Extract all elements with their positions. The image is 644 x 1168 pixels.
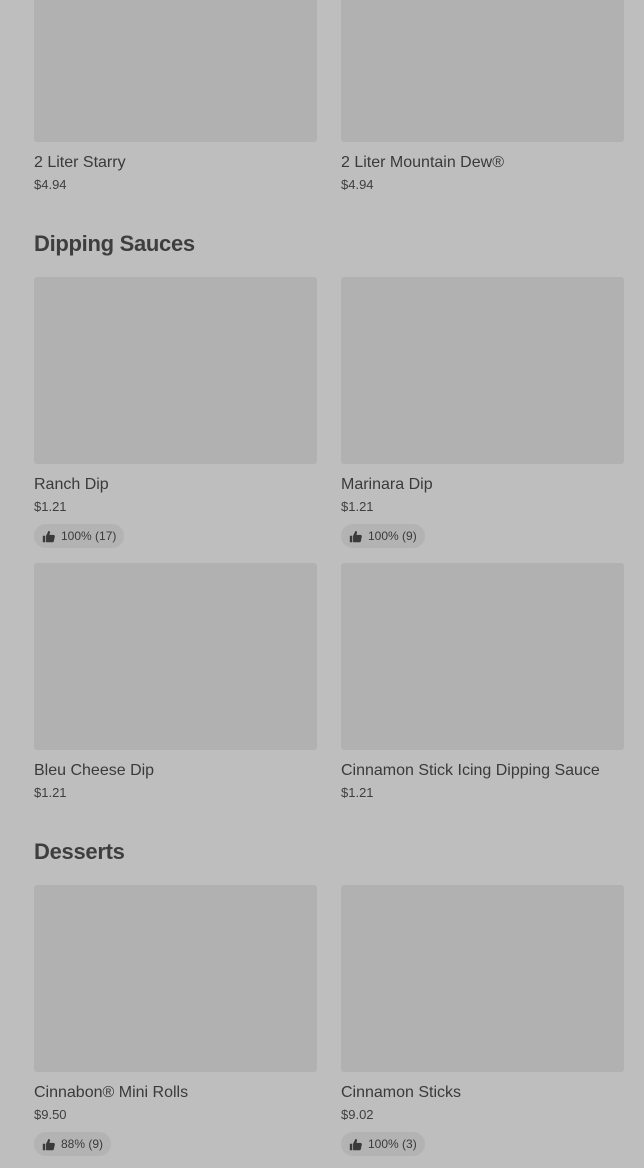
thumbs-up-icon bbox=[349, 530, 362, 543]
menu-item-card[interactable]: Marinara Dip $1.21 100% (9) bbox=[341, 277, 624, 548]
item-name: Bleu Cheese Dip bbox=[34, 762, 155, 779]
menu-item-card[interactable]: Cinnamon Sticks $9.02 100% (3) bbox=[341, 885, 624, 1156]
item-image[interactable] bbox=[34, 563, 317, 750]
item-price: $1.21 bbox=[341, 785, 374, 800]
menu-item-card[interactable]: Cinnamon Stick Icing Dipping Sauce $1.21 bbox=[341, 563, 624, 800]
item-name: 2 Liter Starry bbox=[34, 154, 126, 171]
item-price: $1.21 bbox=[34, 785, 67, 800]
item-image[interactable] bbox=[34, 0, 317, 142]
menu-item-card[interactable]: Ranch Dip $1.21 100% (17) bbox=[34, 277, 317, 548]
item-image[interactable] bbox=[341, 277, 624, 464]
menu-item-card[interactable]: Cinnabon® Mini Rolls $9.50 88% (9) bbox=[34, 885, 317, 1156]
rating-text: 100% (17) bbox=[61, 529, 117, 543]
item-price: $9.02 bbox=[341, 1107, 374, 1122]
section-title-dipping-sauces: Dipping Sauces bbox=[34, 231, 195, 256]
thumbs-up-icon bbox=[42, 1138, 55, 1151]
item-name: Cinnabon® Mini Rolls bbox=[34, 1084, 189, 1101]
item-name: Ranch Dip bbox=[34, 476, 109, 493]
item-price: $9.50 bbox=[34, 1107, 67, 1122]
item-price: $1.21 bbox=[341, 499, 374, 514]
rating-text: 100% (9) bbox=[368, 529, 417, 543]
item-name: 2 Liter Mountain Dew® bbox=[341, 154, 504, 171]
item-price: $1.21 bbox=[34, 499, 67, 514]
menu-item-card[interactable]: Bleu Cheese Dip $1.21 bbox=[34, 563, 317, 800]
rating-badge: 100% (17) bbox=[34, 524, 125, 548]
item-name: Marinara Dip bbox=[341, 476, 433, 493]
dipping-sauces-row-2: Bleu Cheese Dip $1.21 Cinnamon Stick Ici… bbox=[34, 563, 624, 800]
drinks-grid: 2 Liter Starry $4.94 2 Liter Mountain De… bbox=[34, 0, 624, 192]
item-image[interactable] bbox=[341, 885, 624, 1072]
menu-item-card[interactable]: 2 Liter Mountain Dew® $4.94 bbox=[341, 0, 624, 192]
item-image[interactable] bbox=[341, 563, 624, 750]
desserts-row-1: Cinnabon® Mini Rolls $9.50 88% (9) Cinna… bbox=[34, 885, 624, 1156]
rating-badge: 100% (9) bbox=[341, 524, 425, 548]
rating-text: 100% (3) bbox=[368, 1137, 417, 1151]
item-name: Cinnamon Sticks bbox=[341, 1084, 462, 1101]
dipping-sauces-row-1: Ranch Dip $1.21 100% (17) Marinara Dip $… bbox=[34, 277, 624, 548]
rating-badge: 88% (9) bbox=[34, 1132, 112, 1156]
menu-item-card[interactable]: 2 Liter Starry $4.94 bbox=[34, 0, 317, 192]
item-price: $4.94 bbox=[34, 177, 67, 192]
item-name: Cinnamon Stick Icing Dipping Sauce bbox=[341, 762, 600, 779]
item-price: $4.94 bbox=[341, 177, 374, 192]
section-title-desserts: Desserts bbox=[34, 839, 125, 864]
item-image[interactable] bbox=[34, 885, 317, 1072]
thumbs-up-icon bbox=[42, 530, 55, 543]
thumbs-up-icon bbox=[349, 1138, 362, 1151]
rating-badge: 100% (3) bbox=[341, 1132, 425, 1156]
item-image[interactable] bbox=[341, 0, 624, 142]
item-image[interactable] bbox=[34, 277, 317, 464]
rating-text: 88% (9) bbox=[61, 1137, 104, 1151]
